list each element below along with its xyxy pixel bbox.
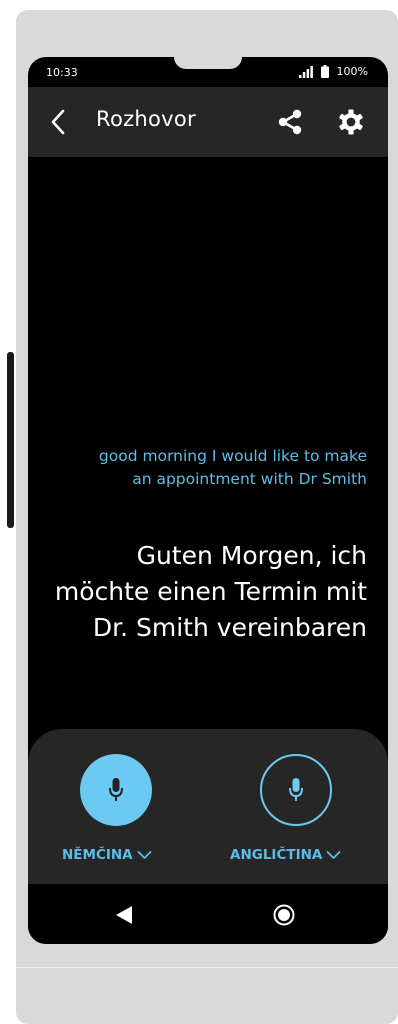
system-nav-bar bbox=[28, 884, 388, 944]
chevron-left-icon[interactable] bbox=[48, 109, 70, 135]
chevron-down-icon bbox=[326, 851, 341, 859]
phone-screen: 10:33 100% Rozhovor good morning I would… bbox=[28, 57, 388, 944]
battery-icon bbox=[320, 65, 329, 78]
page-title: Rozhovor bbox=[96, 107, 196, 131]
share-icon[interactable] bbox=[276, 108, 304, 136]
control-panel: NĚMČINA ANGLIČTINA bbox=[28, 729, 388, 884]
signal-icon bbox=[298, 65, 313, 78]
source-speech-text: good morning I would like to make an app… bbox=[98, 447, 367, 488]
microphone-icon bbox=[109, 778, 123, 801]
home-circle-icon[interactable] bbox=[273, 904, 295, 926]
side-power-button bbox=[7, 352, 14, 528]
language-select-german[interactable]: NĚMČINA bbox=[62, 847, 152, 863]
triangle-back-icon[interactable] bbox=[115, 905, 133, 925]
chevron-down-icon bbox=[137, 851, 152, 859]
language-label-german: NĚMČINA bbox=[62, 847, 133, 863]
status-time: 10:33 bbox=[46, 66, 78, 79]
status-indicators: 100% bbox=[298, 65, 368, 78]
translated-speech-text: Guten Morgen, ich möchte einen Termin mi… bbox=[54, 541, 367, 642]
app-bar: Rozhovor bbox=[28, 87, 388, 157]
microphone-icon bbox=[289, 778, 303, 801]
mic-button-english[interactable] bbox=[260, 754, 332, 826]
language-label-english: ANGLIČTINA bbox=[230, 847, 323, 863]
language-select-english[interactable]: ANGLIČTINA bbox=[230, 847, 341, 863]
device-divider bbox=[16, 967, 398, 968]
settings-gear-icon[interactable] bbox=[337, 108, 365, 136]
battery-percentage: 100% bbox=[336, 65, 368, 78]
status-bar: 10:33 100% bbox=[28, 57, 388, 87]
mic-button-german[interactable] bbox=[80, 754, 152, 826]
conversation-area: good morning I would like to make an app… bbox=[28, 157, 388, 729]
